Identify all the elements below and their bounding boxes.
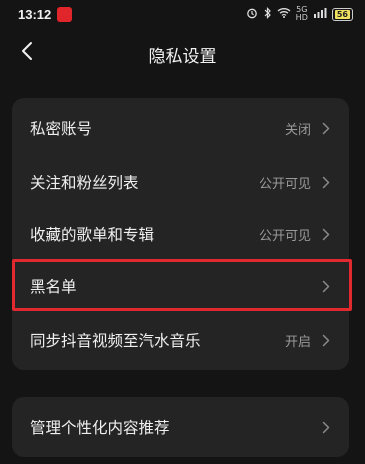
status-icons: 5G HD 56 <box>246 6 353 22</box>
chevron-right-icon <box>321 121 331 135</box>
personalization-card: 管理个性化内容推荐 <box>12 397 349 457</box>
setting-value: 公开可见 <box>258 176 311 192</box>
status-bar: 13:12 5G HD 56 <box>0 0 365 28</box>
setting-label: 收藏的歌单和专辑 <box>30 226 155 244</box>
network-type: 5G HD <box>295 5 308 22</box>
signal-icon <box>313 7 327 21</box>
page-title: 隐私设置 <box>148 47 217 67</box>
setting-label: 关注和粉丝列表 <box>30 174 139 192</box>
setting-private-account[interactable]: 私密账号 关闭 <box>12 102 349 154</box>
chevron-right-icon <box>321 420 331 434</box>
setting-value: 关闭 <box>284 122 311 138</box>
wifi-icon <box>277 7 291 21</box>
privacy-settings-card: 私密账号 关闭 关注和粉丝列表 公开可见 收藏的歌单和专辑 公开可见 黑名单 同… <box>12 98 349 370</box>
chevron-right-icon <box>321 227 331 241</box>
status-time: 13:12 <box>18 6 52 22</box>
setting-value: 公开可见 <box>258 228 311 244</box>
setting-label: 同步抖音视频至汽水音乐 <box>30 332 201 350</box>
header: 隐私设置 <box>0 30 365 74</box>
setting-label: 私密账号 <box>30 120 93 138</box>
app-notification-icon <box>57 6 73 22</box>
setting-blacklist[interactable]: 黑名单 <box>12 260 349 312</box>
battery-icon: 56 <box>331 7 353 21</box>
setting-personalized-recommendations[interactable]: 管理个性化内容推荐 <box>12 401 349 453</box>
chevron-right-icon <box>321 175 331 189</box>
chevron-right-icon <box>321 333 331 347</box>
alarm-icon <box>246 7 258 22</box>
setting-value: 开启 <box>284 334 311 350</box>
setting-collected-playlists[interactable]: 收藏的歌单和专辑 公开可见 <box>12 208 349 260</box>
bluetooth-icon <box>263 6 272 22</box>
setting-label: 黑名单 <box>30 278 77 296</box>
setting-sync-douyin-videos[interactable]: 同步抖音视频至汽水音乐 开启 <box>12 314 349 366</box>
chevron-right-icon <box>321 279 331 293</box>
setting-label: 管理个性化内容推荐 <box>30 419 170 437</box>
setting-follow-fans-list[interactable]: 关注和粉丝列表 公开可见 <box>12 156 349 208</box>
battery-level: 56 <box>334 9 350 19</box>
